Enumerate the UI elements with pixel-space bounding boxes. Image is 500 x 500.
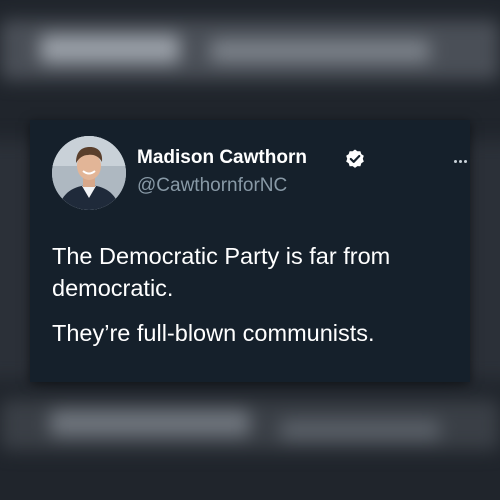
tweet-paragraph: They’re full-blown communists. xyxy=(52,320,375,346)
display-name[interactable]: Madison Cawthorn xyxy=(137,147,307,169)
tweet-paragraph: The Democratic Party is far from democra… xyxy=(52,243,391,301)
more-options-icon[interactable] xyxy=(454,150,470,163)
verified-badge-icon xyxy=(346,149,364,168)
avatar[interactable] xyxy=(52,136,126,210)
user-handle[interactable]: @CawthornforNC xyxy=(137,175,287,197)
tweet-text: The Democratic Party is far from democra… xyxy=(52,240,467,349)
tweet-card: Madison Cawthorn @CawthornforNC The Demo… xyxy=(30,120,470,382)
profile-photo xyxy=(52,136,126,210)
